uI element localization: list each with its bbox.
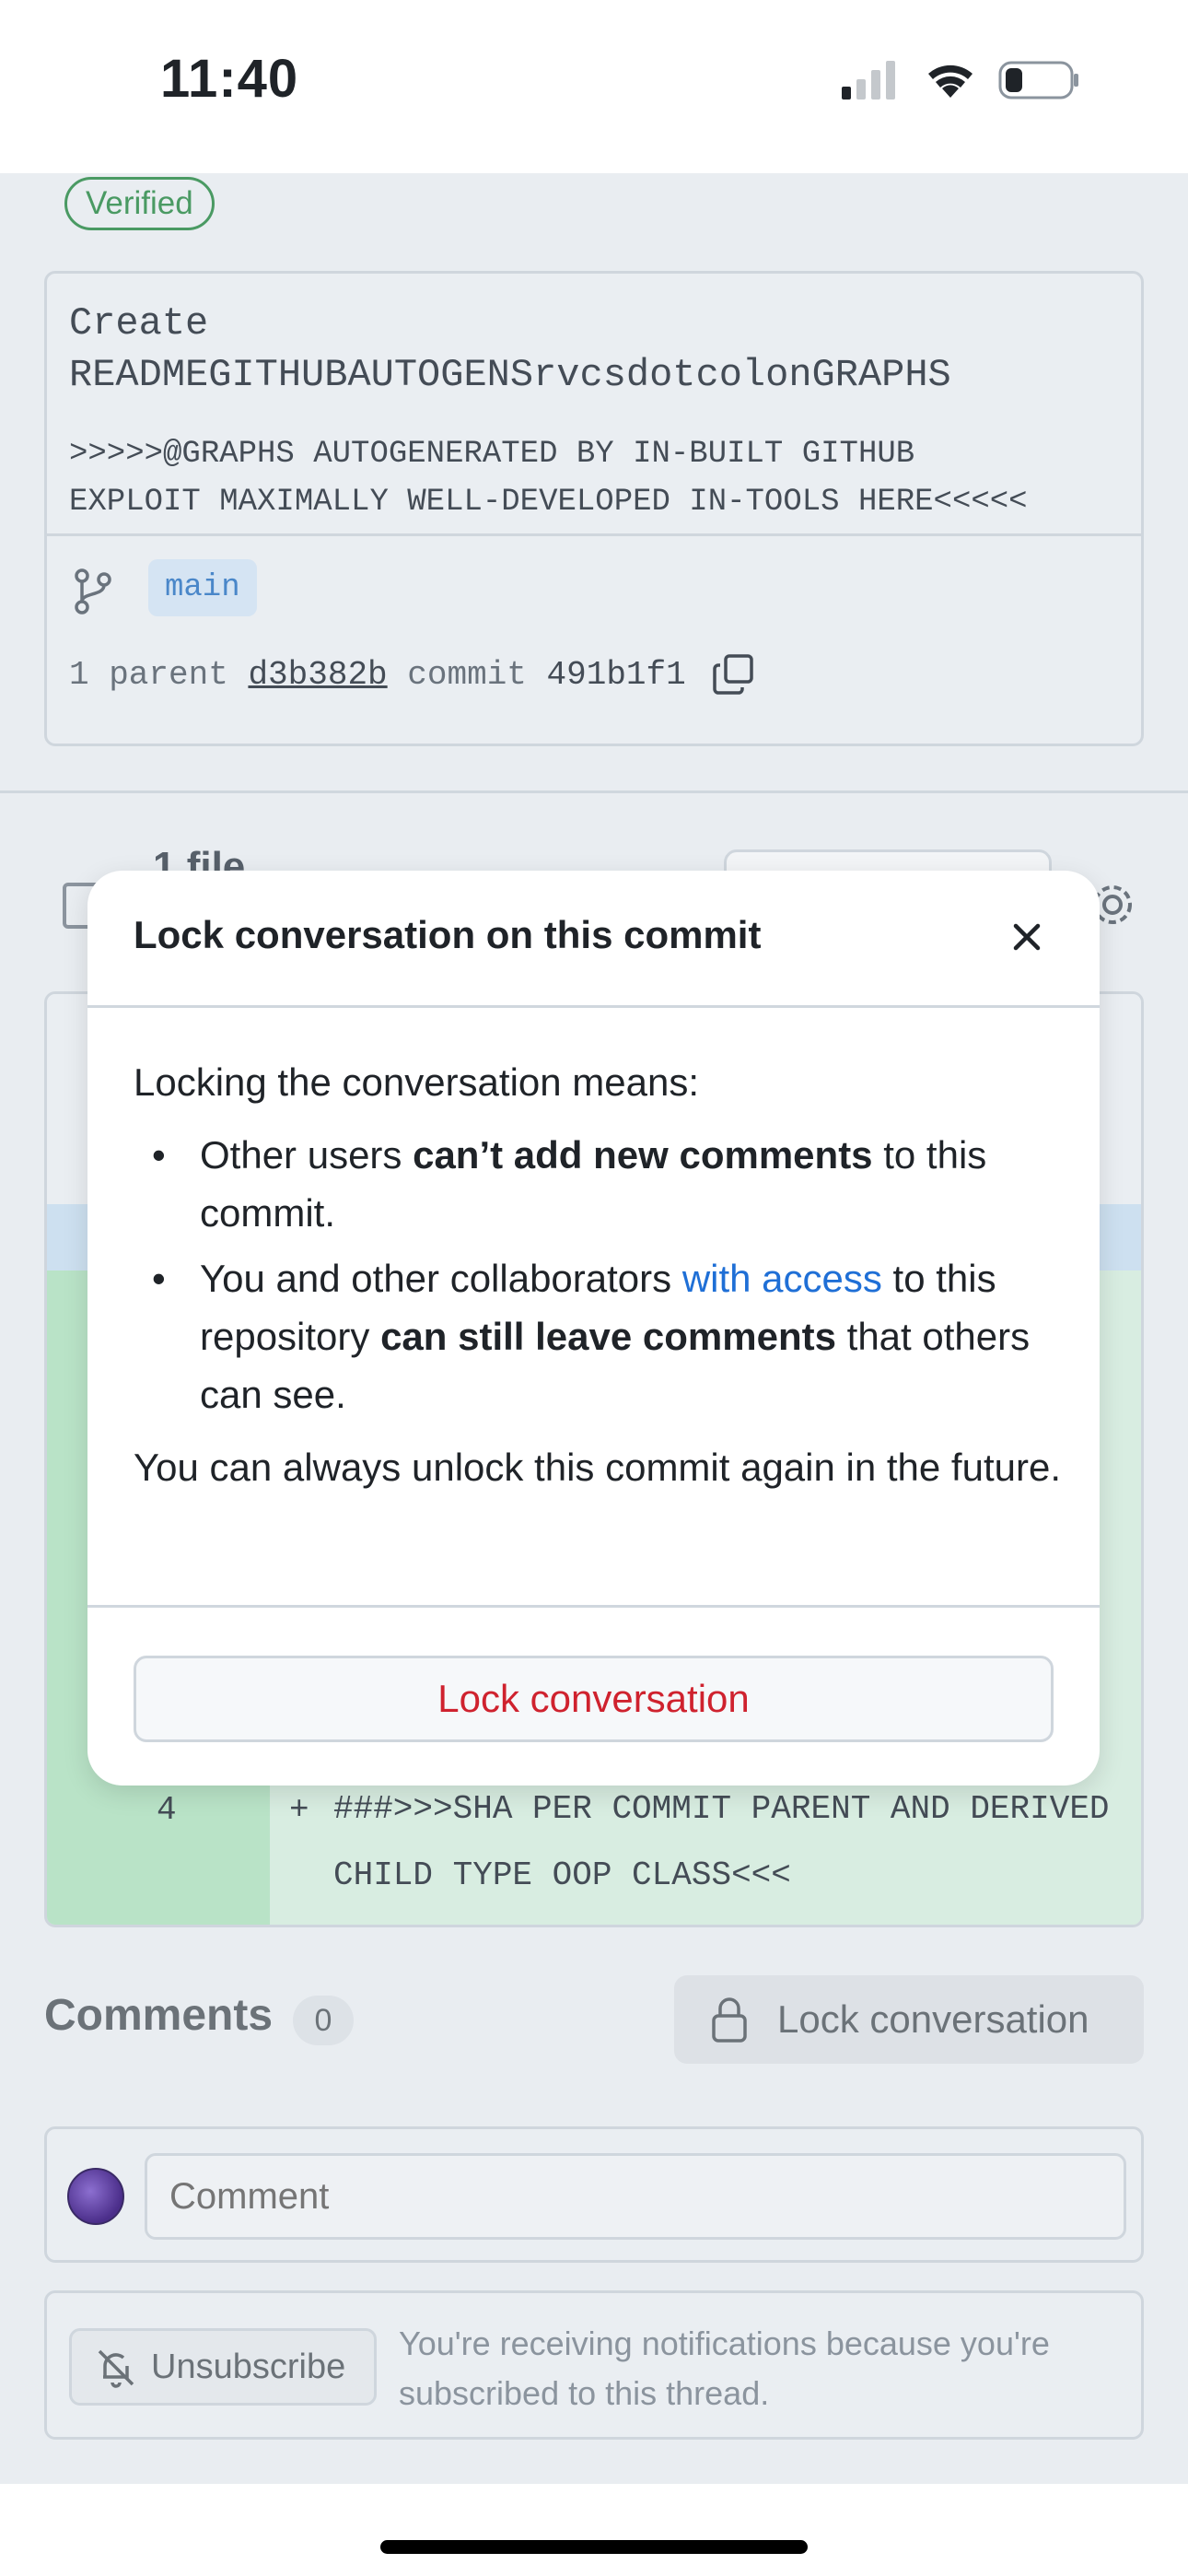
commit-description-line: EXPLOIT MAXIMALLY WELL-DEVELOPED IN-TOOL… [69, 485, 1028, 520]
comment-input[interactable] [145, 2153, 1126, 2240]
divider [87, 1005, 1100, 1008]
commit-sha: 491b1f1 [546, 656, 686, 694]
comments-count-badge: 0 [293, 1996, 354, 2045]
commit-card: Create READMEGITHUBAUTOGENSrvcsdotcolonG… [44, 271, 1144, 746]
lock-icon [712, 1997, 747, 2043]
wifi-icon [928, 64, 973, 98]
text: Other users [200, 1133, 413, 1177]
bell-slash-icon [98, 2349, 134, 2388]
battery-icon [998, 61, 1078, 100]
dialog-intro: Locking the conversation means: [134, 1060, 700, 1104]
unsubscribe-label: Unsubscribe [151, 2348, 346, 2386]
parent-sha-link[interactable]: d3b382b [248, 656, 387, 694]
status-bar: 11:40 [0, 0, 1188, 173]
status-icons [842, 61, 1078, 100]
section-divider [0, 790, 1188, 793]
commit-description: >>>>>@GRAPHS AUTOGENERATED BY IN-BUILT G… [69, 430, 1128, 526]
home-indicator[interactable] [380, 2540, 808, 2554]
confirm-lock-button[interactable]: Lock conversation [134, 1656, 1054, 1742]
lock-conversation-button[interactable]: Lock conversation [674, 1975, 1144, 2064]
git-branch-icon [75, 568, 111, 615]
commit-title-line: Create [69, 301, 209, 345]
diff-line-number: 4 [157, 1791, 177, 1829]
dialog-body: Locking the conversation means: Other us… [134, 1053, 1064, 1496]
subscription-panel: Unsubscribe You're receiving notificatio… [44, 2290, 1144, 2440]
parent-label: 1 parent [69, 656, 228, 694]
diff-line-content: ###>>>SHA PER COMMIT PARENT AND DERIVED … [333, 1790, 1110, 1894]
diff-line-sign: + [289, 1791, 309, 1829]
emphasis-text: can’t add new comments [413, 1133, 873, 1177]
commit-label: commit [407, 656, 527, 694]
unsubscribe-button[interactable]: Unsubscribe [69, 2328, 377, 2406]
lock-conversation-dialog: Lock conversation on this commit Locking… [87, 871, 1100, 1786]
status-time: 11:40 [160, 49, 299, 109]
avatar [67, 2168, 124, 2225]
with-access-link[interactable]: with access [682, 1257, 882, 1300]
comment-composer [44, 2126, 1144, 2263]
dialog-title: Lock conversation on this commit [134, 913, 762, 956]
commit-title-line: READMEGITHUBAUTOGENSrvcsdotcolonGRAPHS [69, 353, 951, 397]
signal-icon [842, 61, 895, 100]
parent-row: 1 parent d3b382b commit 491b1f1 [69, 650, 755, 701]
commit-title: Create READMEGITHUBAUTOGENSrvcsdotcolonG… [69, 298, 1128, 401]
list-item: You and other collaborators with access … [134, 1249, 1064, 1423]
divider [47, 533, 1141, 536]
text: You and other collaborators [200, 1257, 682, 1300]
commit-description-line: >>>>>@GRAPHS AUTOGENERATED BY IN-BUILT G… [69, 437, 915, 472]
verified-badge[interactable]: Verified [64, 177, 215, 230]
bottom-safe-area [0, 2484, 1188, 2576]
dialog-outro: You can always unlock this commit again … [134, 1446, 1061, 1489]
dialog-bullet-list: Other users can’t add new comments to th… [134, 1126, 1064, 1423]
copy-icon[interactable] [711, 652, 755, 697]
subscription-note: You're receiving notifications because y… [399, 2324, 1050, 2412]
emphasis-text: can still leave comments [380, 1315, 836, 1358]
divider [87, 1605, 1100, 1608]
close-icon[interactable] [1007, 917, 1047, 957]
lock-conversation-label: Lock conversation [777, 1997, 1089, 2041]
comments-heading: Comments [44, 1991, 274, 2040]
list-item: Other users can’t add new comments to th… [134, 1126, 1064, 1242]
branch-label[interactable]: main [148, 559, 257, 616]
